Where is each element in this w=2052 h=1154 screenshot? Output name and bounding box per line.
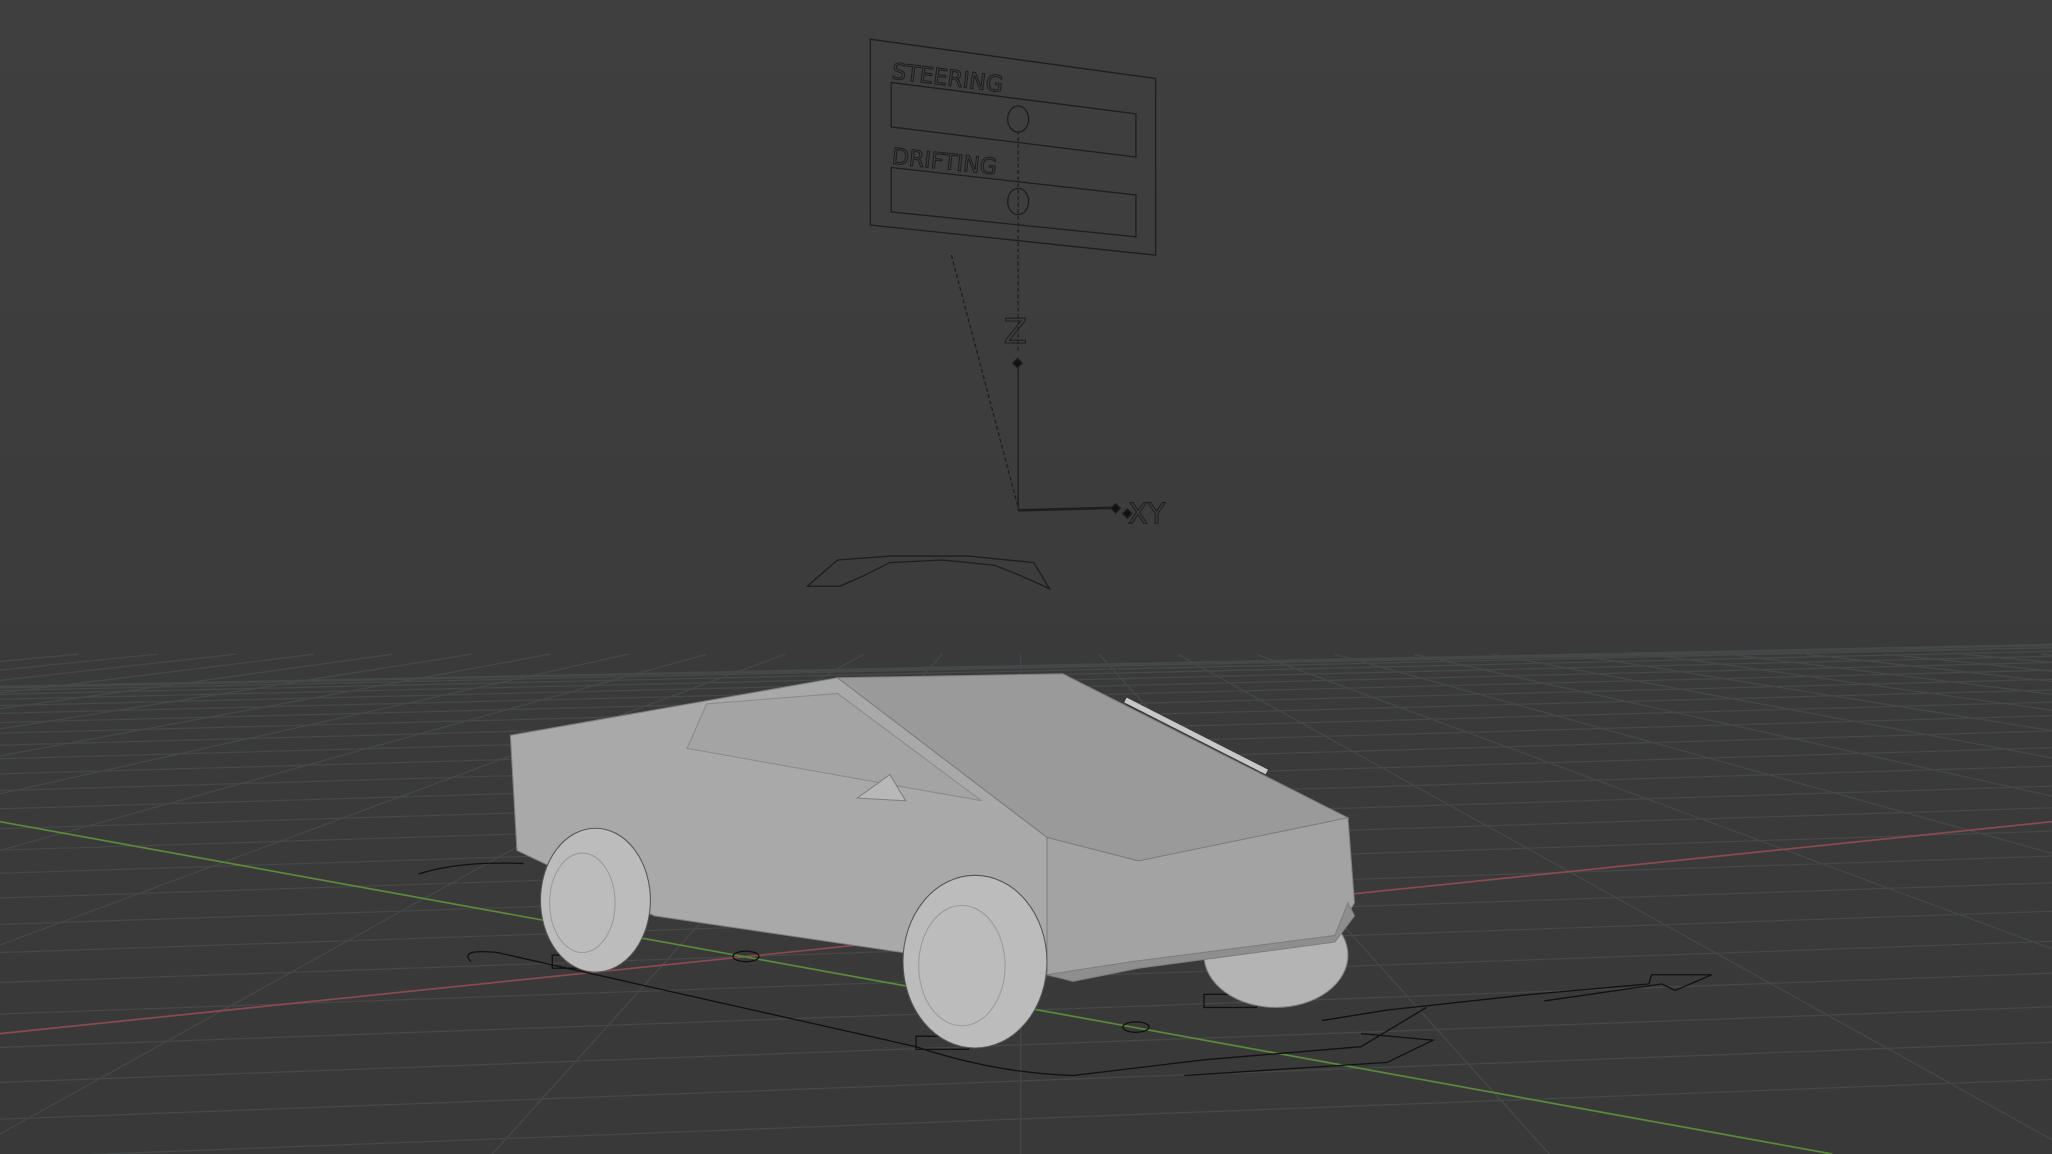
front-left-wheel bbox=[902, 874, 1048, 1049]
grid-line bbox=[1727, 653, 2052, 695]
control-panel-widget[interactable] bbox=[869, 38, 1157, 520]
xy-axis-label: XY bbox=[1128, 496, 1166, 530]
grid-line bbox=[1570, 653, 2052, 732]
grid-line bbox=[1884, 653, 2052, 672]
steering-label: STEERING bbox=[890, 59, 1004, 98]
camera-rig-arc[interactable] bbox=[805, 555, 1052, 591]
grid-line bbox=[1648, 653, 2052, 711]
grid-line bbox=[0, 653, 472, 730]
drifting-label: DRIFTING bbox=[891, 144, 999, 181]
steering-slider bbox=[890, 81, 1137, 158]
drifting-slider bbox=[890, 166, 1137, 238]
grid-line bbox=[1413, 653, 2052, 797]
grid-line bbox=[1805, 653, 2052, 683]
grid-line bbox=[1962, 653, 2052, 664]
rear-left-wheel bbox=[539, 827, 651, 973]
grid-line bbox=[85, 1078, 2052, 1154]
z-axis-label: Z bbox=[1004, 312, 1027, 352]
grid-line bbox=[0, 653, 79, 663]
steering-handle bbox=[1007, 105, 1030, 133]
grid-line bbox=[1256, 653, 2052, 950]
grid-line bbox=[0, 653, 393, 710]
3d-viewport[interactable]: STEERING DRIFTING Z XY bbox=[0, 0, 2052, 1154]
grid-line bbox=[0, 653, 236, 682]
viewport-scene: STEERING DRIFTING Z XY bbox=[0, 38, 2052, 1154]
grid-line bbox=[0, 1041, 2052, 1120]
